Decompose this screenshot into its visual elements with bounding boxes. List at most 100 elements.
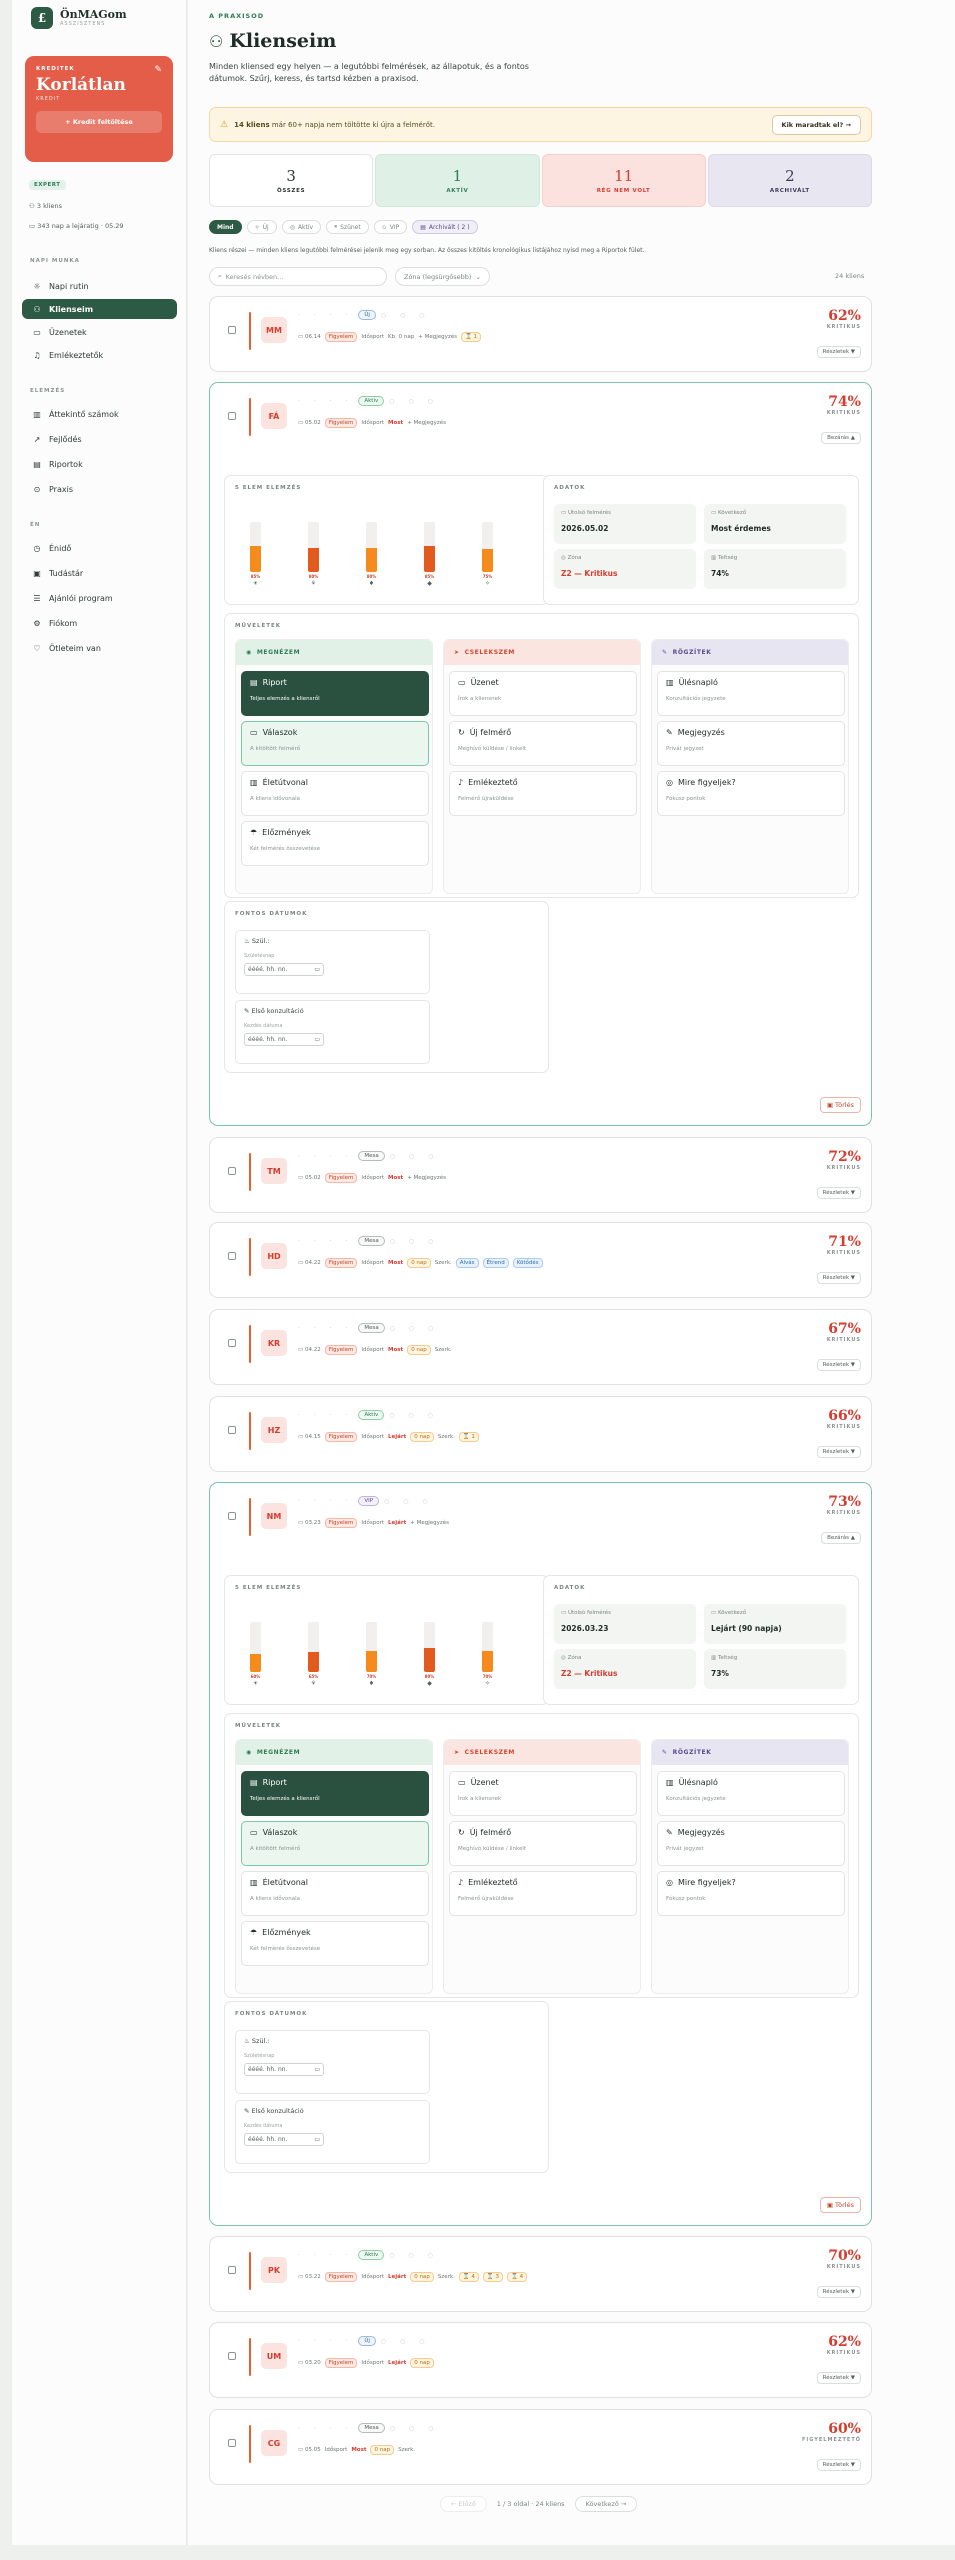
meta-tag: Kötődés bbox=[512, 1258, 543, 1268]
action-button[interactable]: ▭ Üzenet Írok a kliensnek bbox=[449, 1771, 637, 1816]
client-select-checkbox[interactable] bbox=[228, 2439, 236, 2447]
filter-new[interactable]: ✧ Új bbox=[246, 220, 277, 234]
action-button[interactable]: ♪ Emlékeztető Felmérő újraküldése bbox=[449, 1871, 637, 1916]
client-status-pill[interactable]: Mesa bbox=[358, 1151, 385, 1161]
show-missing-button[interactable]: Kik maradtak el? → bbox=[771, 114, 861, 135]
sidebar-item-napi-rutin[interactable]: ☼ Napi rutin bbox=[22, 276, 177, 296]
action-button[interactable]: ▥ Életútvonal A kliens idővonala bbox=[241, 1871, 429, 1916]
client-status-pill[interactable]: Új bbox=[358, 310, 376, 320]
search-input[interactable]: Keresés névben... bbox=[226, 273, 284, 281]
next-page-button[interactable]: Következő → bbox=[574, 2496, 638, 2512]
meta-tag[interactable]: + Megjegyzés bbox=[418, 334, 457, 340]
search-box[interactable]: ⌕ Keresés névben... bbox=[209, 267, 387, 286]
client-status-pill[interactable]: Új bbox=[358, 2336, 376, 2346]
client-name-row: · · · · Mesa ○ ○ ○ bbox=[298, 1323, 439, 1333]
action-button[interactable]: ↻ Új felmérő Meghívó küldése / linkelt bbox=[449, 721, 637, 766]
action-button[interactable]: ☂ Előzmények Két felmérés összevetése bbox=[241, 821, 429, 866]
action-button[interactable]: ◎ Mire figyeljek? Fókusz pontok bbox=[657, 1871, 845, 1916]
sidebar-item-messages[interactable]: ▭ Üzenetek bbox=[22, 322, 177, 342]
client-select-checkbox[interactable] bbox=[228, 1167, 236, 1175]
sidebar-item-account[interactable]: ⚙ Fiókom bbox=[22, 613, 177, 633]
prev-page-button[interactable]: ← Előző bbox=[440, 2496, 487, 2512]
filter-paused[interactable]: ⏸ Szünet bbox=[326, 220, 369, 234]
details-toggle-button[interactable]: Részletek ▼ bbox=[816, 2372, 861, 2384]
action-button[interactable]: ✎ Megjegyzés Privát jegyzet bbox=[657, 721, 845, 766]
sidebar-item-referral[interactable]: ☰ Ajánlói program bbox=[22, 588, 177, 608]
sidebar-item-progress[interactable]: ↗ Fejlődés bbox=[22, 429, 177, 449]
filter-vip[interactable]: ✩ VIP bbox=[373, 220, 408, 234]
client-select-checkbox[interactable] bbox=[228, 326, 236, 334]
action-button[interactable]: ▥ Ülésnapló Konzultációs jegyzete bbox=[657, 671, 845, 716]
delete-button[interactable]: ▣ Törlés bbox=[819, 2197, 861, 2213]
stat-active[interactable]: 1 AKTÍV bbox=[375, 154, 540, 207]
filter-archived[interactable]: ▤ Archivált ( 2 ) bbox=[412, 220, 478, 234]
action-button[interactable]: ▤ Riport Teljes elemzés a kliensről bbox=[241, 1771, 429, 1816]
client-status-pill[interactable]: Mesa bbox=[358, 1323, 385, 1333]
date-input[interactable]: éééé. hh. nn. ▭ bbox=[244, 1033, 324, 1046]
action-button[interactable]: ◎ Mire figyeljek? Fókusz pontok bbox=[657, 771, 845, 816]
sidebar-item-reminders[interactable]: ♫ Emlékeztetők bbox=[22, 345, 177, 365]
action-button[interactable]: ▥ Életútvonal A kliens idővonala bbox=[241, 771, 429, 816]
client-select-checkbox[interactable] bbox=[228, 412, 236, 420]
meta-tag[interactable]: + Megjegyzés bbox=[407, 1175, 446, 1181]
stat-total[interactable]: 3 ÖSSZES bbox=[209, 154, 374, 207]
sidebar-item-knowledge[interactable]: ▣ Tudástár bbox=[22, 563, 177, 583]
details-toggle-button[interactable]: Bezárás ▲ bbox=[821, 1532, 861, 1544]
action-button[interactable]: ✎ Megjegyzés Privát jegyzet bbox=[657, 1821, 845, 1866]
sort-select[interactable]: Zóna (legsürgősebb) ⌄ bbox=[395, 267, 490, 286]
client-select-checkbox[interactable] bbox=[228, 2352, 236, 2360]
delete-button[interactable]: ▣ Törlés bbox=[819, 1097, 861, 1113]
meta-tag[interactable]: Szerk. bbox=[398, 2447, 415, 2453]
client-status-pill[interactable]: Aktív bbox=[358, 396, 385, 406]
details-toggle-button[interactable]: Részletek ▼ bbox=[816, 1446, 861, 1458]
date-input[interactable]: éééé. hh. nn. ▭ bbox=[244, 2133, 324, 2146]
sidebar-item-reports[interactable]: ▤ Riportok bbox=[22, 454, 177, 474]
meta-tag[interactable]: + Megjegyzés bbox=[407, 420, 446, 426]
details-toggle-button[interactable]: Részletek ▼ bbox=[816, 2286, 861, 2298]
action-button[interactable]: ↻ Új felmérő Meghívó küldése / linkelt bbox=[449, 1821, 637, 1866]
client-status-pill[interactable]: Aktív bbox=[358, 1410, 385, 1420]
action-button[interactable]: ▥ Ülésnapló Konzultációs jegyzete bbox=[657, 1771, 845, 1816]
client-status-pill[interactable]: Aktív bbox=[358, 2250, 385, 2260]
details-toggle-button[interactable]: Bezárás ▲ bbox=[821, 432, 861, 444]
client-status-pill[interactable]: Mesa bbox=[358, 2423, 385, 2433]
brand-logo[interactable]: £ ÖnMAGom ASSZISZTENS bbox=[31, 7, 127, 29]
add-credit-button[interactable]: + Kredit feltöltése bbox=[36, 111, 162, 133]
date-input[interactable]: éééé. hh. nn. ▭ bbox=[244, 2063, 324, 2076]
details-toggle-button[interactable]: Részletek ▼ bbox=[816, 346, 861, 358]
action-button[interactable]: ▭ Válaszok A kitöltött felmérő bbox=[241, 721, 429, 766]
sidebar-item-practice[interactable]: ⊙ Praxis bbox=[22, 479, 177, 499]
sidebar-item-ideas[interactable]: ♡ Ötleteim van bbox=[22, 638, 177, 658]
meta-tag[interactable]: Szerk. bbox=[435, 1260, 452, 1266]
sidebar-item-stats[interactable]: ▥ Áttekintő számok bbox=[22, 404, 177, 424]
meta-tag[interactable]: + Megjegyzés bbox=[410, 1520, 449, 1526]
client-select-checkbox[interactable] bbox=[228, 1512, 236, 1520]
sidebar-item-clients[interactable]: ⚇ Klienseim bbox=[22, 299, 177, 319]
action-button[interactable]: ☂ Előzmények Két felmérés összevetése bbox=[241, 1921, 429, 1966]
stat-overdue[interactable]: 11 RÉG NEM VOLT bbox=[541, 154, 706, 207]
action-button[interactable]: ▭ Üzenet Írok a kliensnek bbox=[449, 671, 637, 716]
details-toggle-button[interactable]: Részletek ▼ bbox=[816, 1272, 861, 1284]
sidebar-item-me-time[interactable]: ◷ Énidő bbox=[22, 538, 177, 558]
client-status-pill[interactable]: VIP bbox=[358, 1496, 380, 1506]
action-button[interactable]: ▭ Válaszok A kitöltött felmérő bbox=[241, 1821, 429, 1866]
client-status-pill[interactable]: Mesa bbox=[358, 1236, 385, 1246]
meta-tag[interactable]: Szerk. bbox=[438, 2274, 455, 2280]
meta-tag[interactable]: Szerk. bbox=[438, 1434, 455, 1440]
client-select-checkbox[interactable] bbox=[228, 1426, 236, 1434]
details-toggle-button[interactable]: Részletek ▼ bbox=[816, 2459, 861, 2471]
client-select-checkbox[interactable] bbox=[228, 1252, 236, 1260]
client-select-checkbox[interactable] bbox=[228, 1339, 236, 1347]
meta-tag: 0 nap bbox=[410, 2272, 434, 2282]
stat-archived[interactable]: 2 ARCHIVÁLT bbox=[707, 154, 872, 207]
meta-tag[interactable]: Szerk. bbox=[435, 1347, 452, 1353]
archive-icon: ▤ bbox=[420, 223, 426, 231]
date-input[interactable]: éééé. hh. nn. ▭ bbox=[244, 963, 324, 976]
details-toggle-button[interactable]: Részletek ▼ bbox=[816, 1359, 861, 1371]
filter-active[interactable]: ◎ Aktív bbox=[281, 220, 322, 234]
details-toggle-button[interactable]: Részletek ▼ bbox=[816, 1187, 861, 1199]
action-button[interactable]: ♪ Emlékeztető Felmérő újraküldése bbox=[449, 771, 637, 816]
client-select-checkbox[interactable] bbox=[228, 2266, 236, 2274]
filter-all[interactable]: Mind bbox=[209, 220, 242, 234]
action-button[interactable]: ▤ Riport Teljes elemzés a kliensről bbox=[241, 671, 429, 716]
